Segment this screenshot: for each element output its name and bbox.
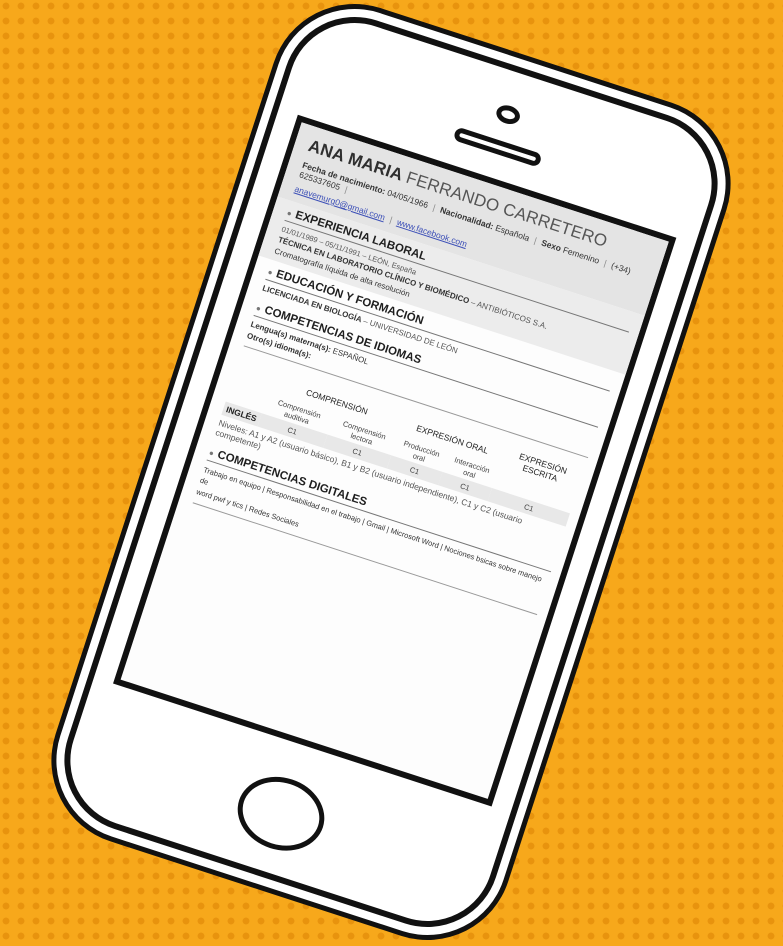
sex-label: Sexo (540, 237, 563, 254)
home-button[interactable] (228, 765, 334, 862)
bullet-icon: ● (207, 448, 216, 459)
phone-screen: ANA MARIA FERRANDO CARRETERO Fecha de na… (113, 114, 677, 807)
bullet-icon: ● (266, 267, 274, 278)
phone-body: ANA MARIA FERRANDO CARRETERO Fecha de na… (45, 0, 737, 946)
front-camera-icon (493, 102, 523, 127)
speaker-grille-icon (452, 126, 543, 168)
bullet-icon: ● (285, 208, 294, 219)
bullet-icon: ● (254, 303, 263, 314)
